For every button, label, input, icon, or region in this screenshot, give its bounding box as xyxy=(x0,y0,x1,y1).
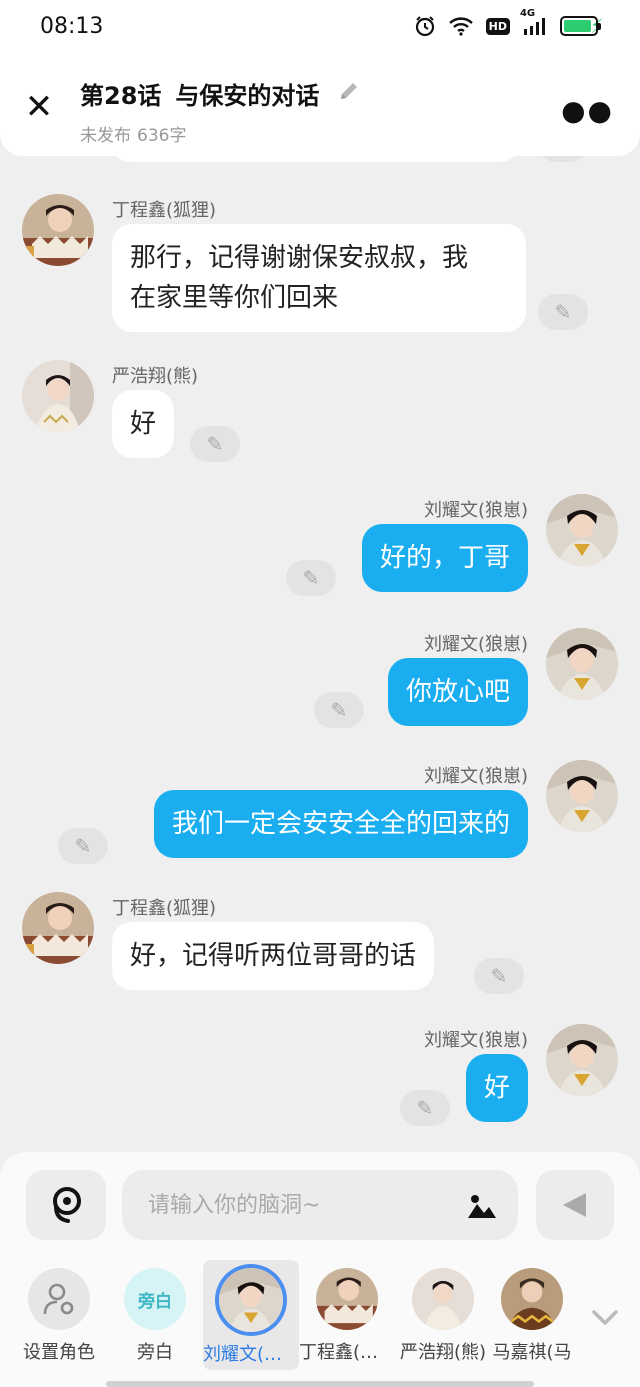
send-icon xyxy=(563,1193,586,1217)
edit-message-icon[interactable]: ✎ xyxy=(538,294,588,330)
sender-name: 刘耀文(狼崽) xyxy=(423,1030,528,1051)
edit-message-icon[interactable]: ✎ xyxy=(314,692,364,728)
role-name: 严浩翔(熊) xyxy=(399,1342,487,1363)
battery-icon: ⚡ xyxy=(559,14,604,38)
chat-message-right: 刘耀文(狼崽) 好的，丁哥 ✎ xyxy=(0,494,640,604)
avatar-liuyaowen[interactable] xyxy=(546,1024,618,1096)
chapter-title-area: 第28话 与保安的对话 未发布 636字 xyxy=(80,76,361,146)
home-indicator xyxy=(106,1381,534,1387)
signal-icon: 4G xyxy=(520,8,548,36)
message-text-line: 好 xyxy=(130,409,157,439)
message-bubble[interactable]: 你放心吧 xyxy=(387,658,528,726)
role-name: 设置角色 xyxy=(23,1342,95,1363)
wifi-icon xyxy=(448,16,474,36)
chevron-down-icon[interactable] xyxy=(588,1300,622,1334)
message-bubble[interactable]: 好的，丁哥 xyxy=(361,524,528,592)
sender-name: 丁程鑫(狐狸) xyxy=(112,200,217,221)
voice-input-button[interactable] xyxy=(26,1170,106,1240)
publish-status: 未发布 xyxy=(80,126,131,146)
word-count: 636字 xyxy=(137,126,187,146)
chat-message-left: 严浩翔(熊) 好 ✎ xyxy=(0,360,640,470)
edit-message-icon[interactable]: ✎ xyxy=(400,1090,450,1126)
role-narration[interactable]: 旁白 旁白 xyxy=(107,1260,203,1370)
chat-message-right: 刘耀文(狼崽) 好 ✎ xyxy=(0,1024,640,1134)
voice-icon xyxy=(53,1187,81,1223)
role-yanhaoxiang[interactable]: 严浩翔(熊) xyxy=(395,1260,491,1370)
edit-message-icon[interactable]: ✎ xyxy=(190,426,240,462)
message-bubble[interactable]: 好，记得听两位哥哥的话 xyxy=(112,922,435,990)
role-liuyaowen[interactable]: 刘耀文(狼... xyxy=(203,1260,299,1370)
role-name: 旁白 xyxy=(137,1342,173,1363)
previous-bubble-fragment xyxy=(110,156,520,162)
sender-name: 丁程鑫(狐狸) xyxy=(112,898,217,919)
role-name: 丁程鑫(狐... xyxy=(299,1342,395,1363)
message-text-line: 那行，记得谢谢保安叔叔，我 xyxy=(130,243,469,273)
narration-badge: 旁白 xyxy=(124,1268,186,1330)
avatar-dingchengxin[interactable] xyxy=(22,892,94,964)
edit-title-icon[interactable] xyxy=(337,79,361,109)
user-settings-icon xyxy=(28,1268,90,1330)
input-panel: 设置角色 旁白 旁白 刘耀文(狼... 丁程鑫(狐... 严浩翔(熊) xyxy=(0,1152,640,1387)
chat-message-right: 刘耀文(狼崽) 你放心吧 ✎ xyxy=(0,628,640,738)
message-bubble[interactable]: 我们一定会安安全全的回来的 xyxy=(153,790,528,858)
image-icon[interactable] xyxy=(466,1192,498,1220)
role-set-role[interactable]: 设置角色 xyxy=(11,1260,107,1370)
sender-name: 刘耀文(狼崽) xyxy=(423,500,528,521)
avatar-dingchengxin xyxy=(316,1268,378,1330)
role-majiaqi[interactable]: 马嘉祺(马 xyxy=(491,1260,573,1370)
hd-badge: HD xyxy=(485,17,510,35)
message-bubble[interactable]: 那行，记得谢谢保安叔叔，我 在家里等你们回来 xyxy=(112,224,526,332)
message-text-line: 在家里等你们回来 xyxy=(130,283,339,313)
edit-message-icon[interactable]: ✎ xyxy=(474,958,524,994)
avatar-liuyaowen[interactable] xyxy=(546,760,618,832)
message-text-line: 好的，丁哥 xyxy=(379,543,510,573)
sender-name: 刘耀文(狼崽) xyxy=(423,634,528,655)
sender-name: 严浩翔(熊) xyxy=(112,366,199,387)
message-text-line: 好 xyxy=(483,1073,510,1103)
role-name: 刘耀文(狼... xyxy=(203,1344,299,1365)
chat-message-left: 丁程鑫(狐狸) 那行，记得谢谢保安叔叔，我 在家里等你们回来 ✎ xyxy=(0,194,640,334)
avatar-yanhaoxiang[interactable] xyxy=(22,360,94,432)
role-name: 马嘉祺(马 xyxy=(492,1342,572,1363)
role-selector: 设置角色 旁白 旁白 刘耀文(狼... 丁程鑫(狐... 严浩翔(熊) 马嘉祺(… xyxy=(0,1260,640,1380)
message-text-line: 好，记得听两位哥哥的话 xyxy=(130,941,417,971)
edit-message-icon[interactable]: ✎ xyxy=(58,828,108,864)
chat-message-right: 刘耀文(狼崽) 我们一定会安安全全的回来的 ✎ xyxy=(0,760,640,870)
status-icons: HD 4G ⚡ xyxy=(414,8,604,38)
message-bubble[interactable]: 好 xyxy=(112,390,175,458)
previous-edit-chip-fragment xyxy=(538,156,588,162)
message-text-line: 你放心吧 xyxy=(405,677,510,707)
more-options-icon[interactable]: ●● xyxy=(561,94,614,127)
status-bar: 08:13 HD 4G ⚡ xyxy=(0,0,640,56)
send-button[interactable] xyxy=(536,1170,614,1240)
status-time: 08:13 xyxy=(40,14,104,39)
avatar-yanhaoxiang xyxy=(412,1268,474,1330)
chapter-number: 第28话 xyxy=(80,82,162,110)
message-text-line: 我们一定会安安全全的回来的 xyxy=(171,809,510,839)
alarm-icon xyxy=(414,15,436,37)
chat-area[interactable]: 丁程鑫(狐狸) 那行，记得谢谢保安叔叔，我 在家里等你们回来 ✎ 严浩翔(熊) … xyxy=(0,156,640,1151)
avatar-majiaqi xyxy=(501,1268,563,1330)
message-input[interactable] xyxy=(122,1170,518,1240)
avatar-liuyaowen xyxy=(219,1268,283,1332)
avatar-liuyaowen[interactable] xyxy=(546,494,618,566)
avatar-dingchengxin[interactable] xyxy=(22,194,94,266)
close-icon[interactable]: ✕ xyxy=(22,90,56,124)
edit-message-icon[interactable]: ✎ xyxy=(286,560,336,596)
role-dingchengxin[interactable]: 丁程鑫(狐... xyxy=(299,1260,395,1370)
chapter-title: 与保安的对话 xyxy=(175,82,320,110)
avatar-liuyaowen[interactable] xyxy=(546,628,618,700)
message-bubble[interactable]: 好 xyxy=(465,1054,528,1122)
header: ✕ 第28话 与保安的对话 未发布 636字 ●● xyxy=(0,56,640,156)
sender-name: 刘耀文(狼崽) xyxy=(423,766,528,787)
chat-message-left: 丁程鑫(狐狸) 好，记得听两位哥哥的话 ✎ xyxy=(0,892,640,1002)
